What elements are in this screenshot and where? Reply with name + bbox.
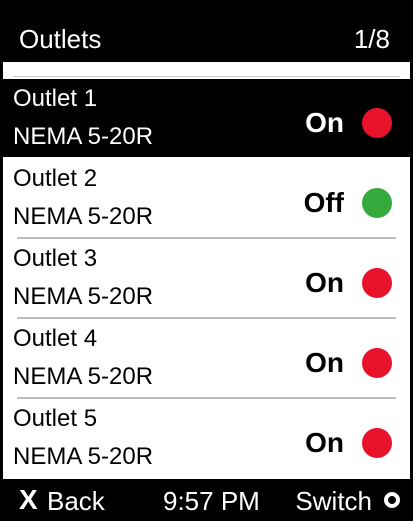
clock: 9:57 PM xyxy=(163,486,260,516)
page-title: Outlets xyxy=(19,24,102,54)
outlet-type: NEMA 5-20R xyxy=(13,203,154,230)
outlet-name: Outlet 2 xyxy=(13,165,98,192)
outlet-status: On xyxy=(305,427,344,458)
outlet-row-3[interactable]: Outlet 3 NEMA 5-20R On xyxy=(3,239,410,317)
outlet-name: Outlet 4 xyxy=(13,325,98,352)
switch-button[interactable]: Switch xyxy=(295,486,372,516)
header-divider xyxy=(13,62,400,77)
outlet-type: NEMA 5-20R xyxy=(13,283,154,310)
footer-bar: X Back 9:57 PM Switch xyxy=(3,479,410,521)
status-dot-icon xyxy=(362,108,392,138)
outlet-status: On xyxy=(305,107,344,138)
outlet-type: NEMA 5-20R xyxy=(13,363,154,390)
header: Outlets 1/8 xyxy=(3,0,410,62)
back-x-icon[interactable]: X xyxy=(19,485,38,515)
outlet-type: NEMA 5-20R xyxy=(13,443,154,470)
outlet-row-4[interactable]: Outlet 4 NEMA 5-20R On xyxy=(3,319,410,397)
outlets-screen: Outlets 1/8 Outlet 1 NEMA 5-20R On Outle… xyxy=(0,0,413,521)
outlet-row-1[interactable]: Outlet 1 NEMA 5-20R On xyxy=(3,79,410,157)
outlet-name: Outlet 1 xyxy=(13,85,98,112)
outlet-row-5[interactable]: Outlet 5 NEMA 5-20R On xyxy=(3,399,410,477)
outlet-name: Outlet 5 xyxy=(13,405,98,432)
back-button[interactable]: Back xyxy=(47,486,105,516)
outlet-name: Outlet 3 xyxy=(13,245,98,272)
status-dot-icon xyxy=(362,348,392,378)
outlet-status: On xyxy=(305,267,344,298)
outlet-status: On xyxy=(305,347,344,378)
outlet-type: NEMA 5-20R xyxy=(13,123,154,150)
outlet-row-2[interactable]: Outlet 2 NEMA 5-20R Off xyxy=(3,159,410,237)
page-indicator: 1/8 xyxy=(353,24,390,54)
circle-button-icon[interactable] xyxy=(384,492,400,508)
outlet-status: Off xyxy=(303,187,344,218)
status-dot-icon xyxy=(362,188,392,218)
status-dot-icon xyxy=(362,428,392,458)
status-dot-icon xyxy=(362,268,392,298)
